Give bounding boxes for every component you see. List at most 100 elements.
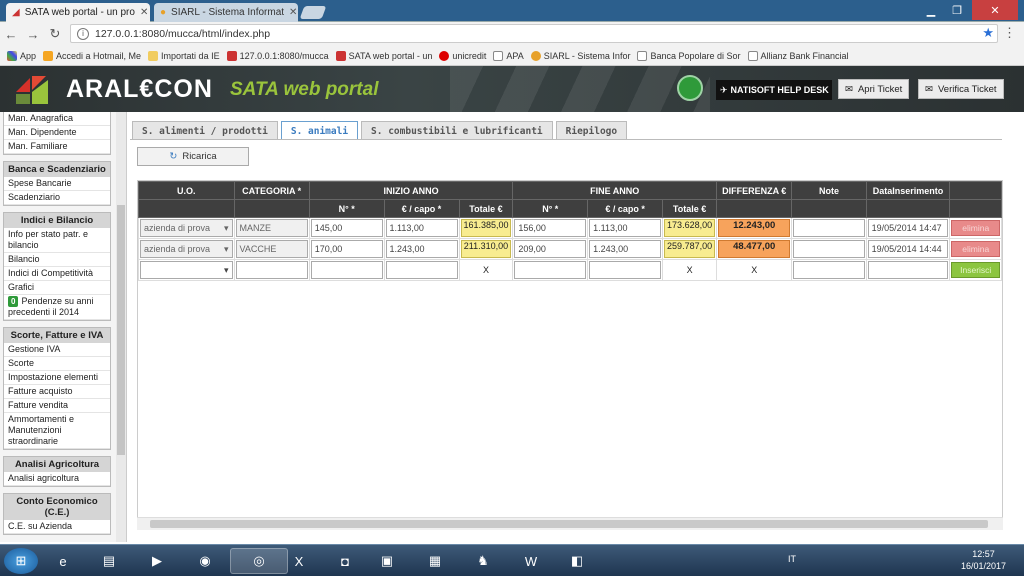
sidebar-scroll-thumb[interactable] — [117, 205, 125, 455]
bookmark-item[interactable]: App — [7, 50, 36, 61]
subheader-fine-totale: Totale € — [662, 199, 717, 218]
inizio-capo-input[interactable]: 1.243,00 — [385, 240, 458, 258]
categoria-field[interactable]: MANZE — [235, 219, 308, 237]
browser-tab-sata[interactable]: ◢ SATA web portal - un pro ✕ — [6, 3, 150, 22]
app-green-icon[interactable]: ◉ — [190, 548, 220, 574]
tab-combustibili[interactable]: S. combustibili e lubrificanti — [361, 121, 553, 140]
close-tab-icon[interactable]: ✕ — [289, 7, 297, 18]
bookmark-star-icon[interactable]: ★ — [982, 25, 994, 41]
close-tab-icon[interactable]: ✕ — [140, 7, 148, 18]
sidebar-item[interactable]: Grafici — [4, 281, 110, 295]
sidebar-item[interactable]: Man. Familiare — [4, 140, 110, 154]
forward-icon[interactable]: → — [22, 27, 44, 42]
sidebar-group-title[interactable]: Banca e Scadenziario — [4, 162, 110, 177]
word-icon[interactable]: W — [516, 548, 546, 574]
maximize-icon[interactable]: ❐ — [944, 0, 970, 20]
excel-icon[interactable]: X — [284, 548, 314, 574]
fine-capo-input[interactable] — [589, 261, 662, 279]
data-inserimento-input[interactable] — [867, 261, 949, 279]
media-player-icon[interactable]: ▶ — [142, 548, 172, 574]
powerpoint-icon[interactable]: ◧ — [562, 548, 592, 574]
info-icon[interactable]: i — [77, 27, 89, 40]
bookmark-item[interactable]: Allianz Bank Financial — [747, 50, 849, 61]
apri-ticket-button[interactable]: ✉ Apri Ticket — [838, 79, 910, 99]
bookmark-item[interactable]: Importati da IE — [148, 50, 220, 61]
hotmail-icon — [43, 50, 54, 61]
internet-explorer-icon[interactable]: e — [48, 548, 78, 574]
bookmark-item[interactable]: unicredit — [439, 50, 486, 61]
sidebar-item[interactable]: Man. Anagrafica — [4, 112, 110, 126]
minimize-icon[interactable]: ▁ — [918, 0, 944, 20]
elimina-button[interactable]: elimina — [951, 241, 1000, 257]
bookmark-item[interactable]: 127.0.0.1:8080/mucca — [226, 50, 329, 61]
sidebar-item[interactable]: Bilancio — [4, 253, 110, 267]
tab-animali[interactable]: S. animali — [280, 121, 359, 140]
chrome-icon[interactable]: ◎ — [230, 548, 288, 574]
reload-icon[interactable]: ↻ — [44, 26, 66, 42]
ricarica-button[interactable]: ↻ Ricarica — [137, 147, 249, 166]
note-input[interactable] — [793, 240, 865, 258]
browser-menu-icon[interactable]: ⋮ — [1003, 25, 1016, 41]
categoria-field[interactable]: VACCHE — [235, 240, 308, 258]
bookmark-item[interactable]: SIARL - Sistema Infor — [530, 50, 630, 61]
sidebar-group-title[interactable]: Indici e Bilancio — [4, 213, 110, 228]
sidebar-item[interactable]: Man. Dipendente — [4, 126, 110, 140]
sidebar-item[interactable]: Ammortamenti e Manutenzioni straordinari… — [4, 413, 110, 449]
sidebar-item[interactable]: C.E. su Azienda — [4, 520, 110, 534]
note-input[interactable] — [793, 219, 865, 237]
sidebar-item[interactable]: Scadenziario — [4, 191, 110, 205]
inizio-n-input[interactable]: 170,00 — [310, 240, 383, 258]
inizio-capo-input[interactable] — [385, 261, 458, 279]
back-icon[interactable]: ← — [0, 27, 22, 42]
sidebar-group-title[interactable]: Scorte, Fatture e IVA — [4, 328, 110, 343]
url-field[interactable]: i 127.0.0.1:8080/mucca/html/index.php — [70, 24, 998, 43]
app-logo-icon[interactable]: ♞ — [468, 548, 498, 574]
sidebar-item[interactable]: Scorte — [4, 357, 110, 371]
uo-select[interactable]: ▾ — [140, 261, 233, 279]
language-indicator[interactable]: IT — [788, 554, 796, 564]
note-input[interactable] — [793, 261, 865, 279]
fine-n-input[interactable]: 156,00 — [514, 219, 587, 237]
virtualbox-icon[interactable]: ▣ — [372, 548, 402, 574]
new-tab-button[interactable] — [299, 6, 327, 19]
inizio-n-input[interactable] — [310, 261, 383, 279]
fine-capo-input[interactable]: 1.113,00 — [589, 219, 662, 237]
uo-select[interactable]: azienda di prova ▾ — [140, 240, 233, 258]
fine-n-input[interactable] — [514, 261, 587, 279]
sidebar-item[interactable]: Impostazione elementi — [4, 371, 110, 385]
bookmark-item[interactable]: SATA web portal - un — [335, 50, 432, 61]
bookmark-item[interactable]: Accedi a Hotmail, Me — [43, 50, 141, 61]
system-clock[interactable]: 12:57 16/01/2017 — [961, 548, 1006, 572]
sidebar-item-pendenze[interactable]: 0 Pendenze su anni precedenti il 2014 — [4, 295, 110, 320]
fine-n-input[interactable]: 209,00 — [514, 240, 587, 258]
app-yellow-icon[interactable]: ◘ — [330, 548, 360, 574]
sidebar-item[interactable]: Analisi agricoltura — [4, 472, 110, 486]
browser-tab-siarl[interactable]: ● SIARL - Sistema Informat ✕ — [154, 3, 298, 22]
sidebar-item[interactable]: Info per stato patr. e bilancio — [4, 228, 110, 253]
uo-select[interactable]: azienda di prova ▾ — [140, 219, 233, 237]
inizio-n-input[interactable]: 145,00 — [310, 219, 383, 237]
table-scroll-thumb[interactable] — [150, 520, 988, 528]
sidebar-item[interactable]: Fatture acquisto — [4, 385, 110, 399]
tab-riepilogo[interactable]: Riepilogo — [555, 121, 628, 140]
tab-alimenti[interactable]: S. alimenti / prodotti — [132, 121, 278, 140]
calculator-icon[interactable]: ▦ — [420, 548, 450, 574]
elimina-button[interactable]: elimina — [951, 220, 1000, 236]
sidebar-item[interactable]: Gestione IVA — [4, 343, 110, 357]
sidebar-item[interactable]: Indici di Competitività — [4, 267, 110, 281]
fine-capo-input[interactable]: 1.243,00 — [589, 240, 662, 258]
close-window-icon[interactable]: ✕ — [972, 0, 1018, 20]
sidebar-item[interactable]: Fatture vendita — [4, 399, 110, 413]
verifica-ticket-button[interactable]: ✉ Verifica Ticket — [918, 79, 1004, 99]
status-indicator-icon[interactable] — [677, 75, 703, 101]
bookmark-item[interactable]: Banca Popolare di Sor — [637, 50, 741, 61]
inizio-capo-input[interactable]: 1.113,00 — [385, 219, 458, 237]
sidebar-group-title[interactable]: Analisi Agricoltura — [4, 457, 110, 472]
inserisci-button[interactable]: Inserisci — [951, 262, 1000, 278]
bookmark-item[interactable]: APA — [493, 50, 524, 61]
start-button[interactable]: ⊞ — [4, 548, 38, 574]
file-explorer-icon[interactable]: ▤ — [94, 548, 124, 574]
categoria-field[interactable] — [235, 261, 308, 279]
sidebar-group-title[interactable]: Conto Economico (C.E.) — [4, 494, 110, 520]
sidebar-item[interactable]: Spese Bancarie — [4, 177, 110, 191]
